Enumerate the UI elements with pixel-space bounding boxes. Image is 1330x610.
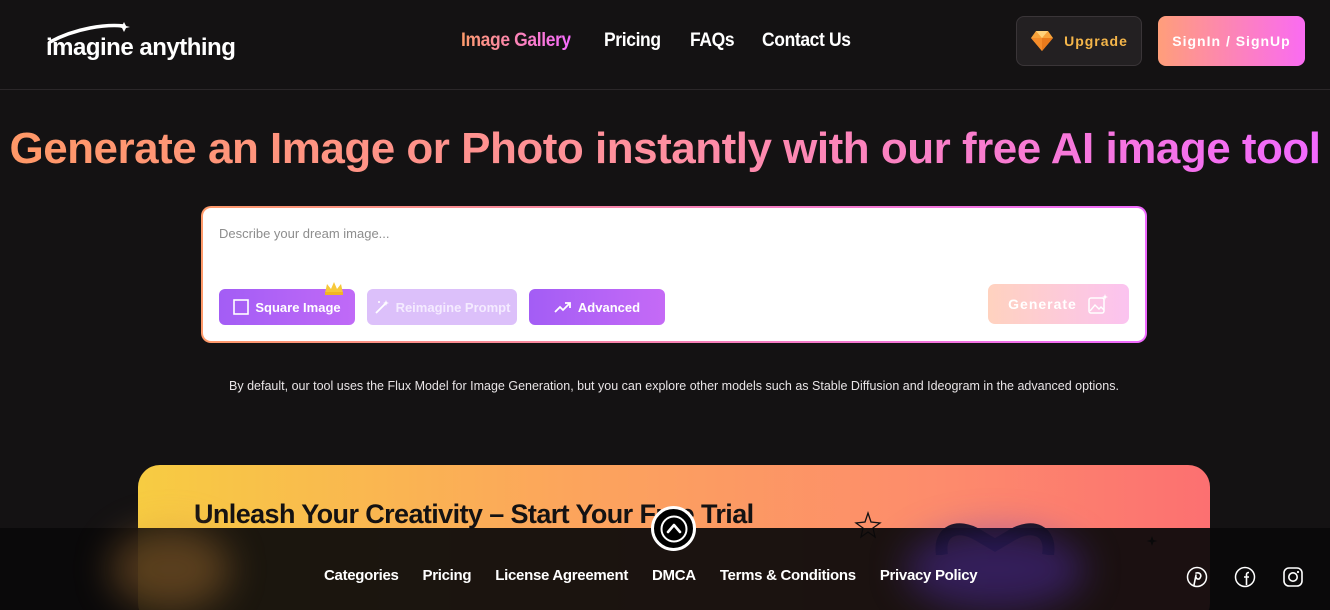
magic-wand-icon: [374, 300, 389, 314]
reimagine-prompt-label: Reimagine Prompt: [395, 299, 511, 315]
signin-signup-button[interactable]: SignIn / SignUp: [1158, 16, 1305, 66]
footer-link-terms[interactable]: Terms & Conditions: [720, 567, 856, 584]
pinterest-icon[interactable]: [1186, 566, 1208, 588]
nav-faqs[interactable]: FAQs: [690, 30, 735, 52]
footer-links: Categories Pricing License Agreement DMC…: [324, 567, 978, 584]
image-sparkle-icon: [1088, 294, 1108, 314]
logo[interactable]: imagine anything: [46, 20, 246, 66]
square-icon: [233, 299, 250, 315]
hero-title-text: Generate an Image or Photo instantly wit…: [9, 124, 1321, 173]
prompt-box: Square Image Reimagine Prompt Advanced G…: [201, 206, 1147, 343]
footer-link-pricing[interactable]: Pricing: [423, 567, 472, 584]
prompt-input[interactable]: [219, 226, 1119, 241]
upgrade-label: Upgrade: [1064, 33, 1128, 49]
facebook-icon[interactable]: [1234, 566, 1256, 588]
nav-contact-us[interactable]: Contact Us: [762, 30, 851, 52]
scroll-to-top-button[interactable]: [651, 506, 696, 551]
square-image-label: Square Image: [255, 299, 341, 315]
model-info-note: By default, our tool uses the Flux Model…: [229, 379, 1119, 393]
footer-link-license-agreement[interactable]: License Agreement: [495, 567, 628, 584]
generate-button[interactable]: Generate: [988, 284, 1129, 324]
nav-image-gallery[interactable]: Image Gallery: [461, 30, 571, 52]
nav-pricing[interactable]: Pricing: [604, 30, 661, 52]
prompt-inner: Square Image Reimagine Prompt Advanced G…: [203, 208, 1145, 341]
chevron-up-icon: [660, 515, 687, 542]
generate-label: Generate: [1008, 296, 1077, 312]
footer-link-categories[interactable]: Categories: [324, 567, 399, 584]
advanced-button[interactable]: Advanced: [529, 289, 665, 325]
crown-icon: [325, 282, 343, 295]
main-nav: Image Gallery Pricing FAQs Contact Us: [461, 30, 858, 52]
footer-glow-left: [110, 528, 230, 610]
instagram-icon[interactable]: [1282, 566, 1304, 588]
signin-label: SignIn / SignUp: [1172, 33, 1291, 49]
footer-link-privacy[interactable]: Privacy Policy: [880, 567, 978, 584]
advanced-label: Advanced: [577, 299, 641, 315]
logo-text: imagine anything: [46, 34, 236, 61]
site-header: imagine anything Image Gallery Pricing F…: [0, 0, 1330, 90]
gem-icon: [1031, 31, 1054, 51]
reimagine-prompt-button[interactable]: Reimagine Prompt: [367, 289, 517, 325]
footer-link-dmca[interactable]: DMCA: [652, 567, 696, 584]
trend-up-icon: [554, 302, 571, 313]
upgrade-button[interactable]: Upgrade: [1016, 16, 1142, 66]
hero-title: Generate an Image or Photo instantly wit…: [0, 124, 1330, 174]
